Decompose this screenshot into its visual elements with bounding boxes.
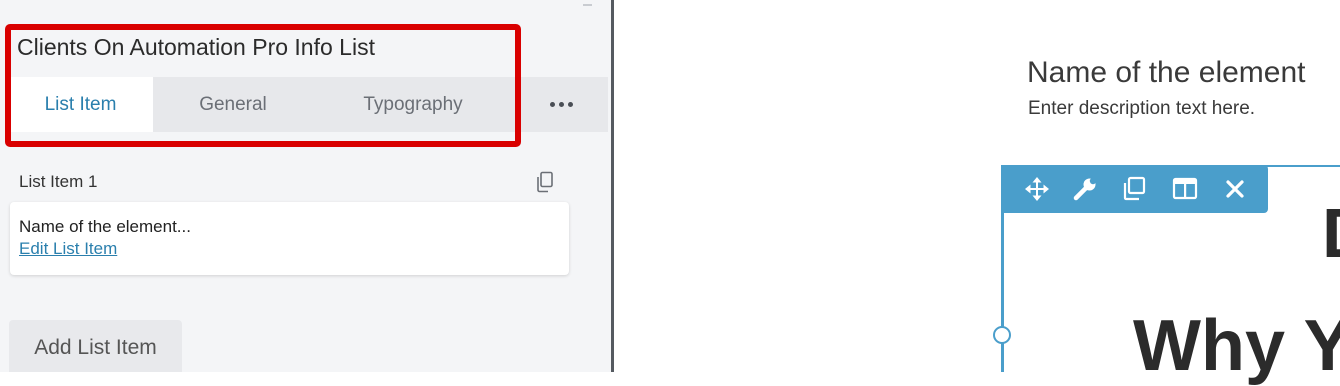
partial-heading-letter: D [1322,198,1340,268]
scrollbar-thumb[interactable] [583,4,592,6]
resize-handle[interactable] [993,326,1011,344]
settings-panel: Clients On Automation Pro Info List List… [0,0,611,372]
add-list-item-button[interactable]: Add List Item [9,320,182,372]
partial-heading-text: Why Y [1133,306,1340,386]
tab-list-item[interactable]: List Item [8,77,153,132]
edit-list-item-link[interactable]: Edit List Item [19,239,117,259]
wrench-icon[interactable] [1070,174,1100,204]
copy-icon[interactable] [535,171,555,193]
element-toolbar [1001,165,1268,213]
list-item-header: List Item 1 [19,172,98,191]
tab-general[interactable]: General [153,77,313,132]
tab-typography[interactable]: Typography [313,77,513,132]
tab-bar: List Item General Typography [8,77,608,132]
list-item-card: Name of the element... Edit List Item [10,202,569,275]
panel-title: Clients On Automation Pro Info List [17,34,375,60]
more-dots-icon[interactable] [538,77,584,132]
close-icon[interactable] [1220,174,1250,204]
panel-divider[interactable] [611,0,614,372]
list-item-name: Name of the element... [19,217,191,236]
element-description-text: Enter description text here. [1028,98,1256,119]
columns-icon[interactable] [1170,174,1200,204]
duplicate-icon[interactable] [1119,174,1149,204]
move-icon[interactable] [1022,174,1052,204]
element-name-text: Name of the element [1027,56,1306,89]
